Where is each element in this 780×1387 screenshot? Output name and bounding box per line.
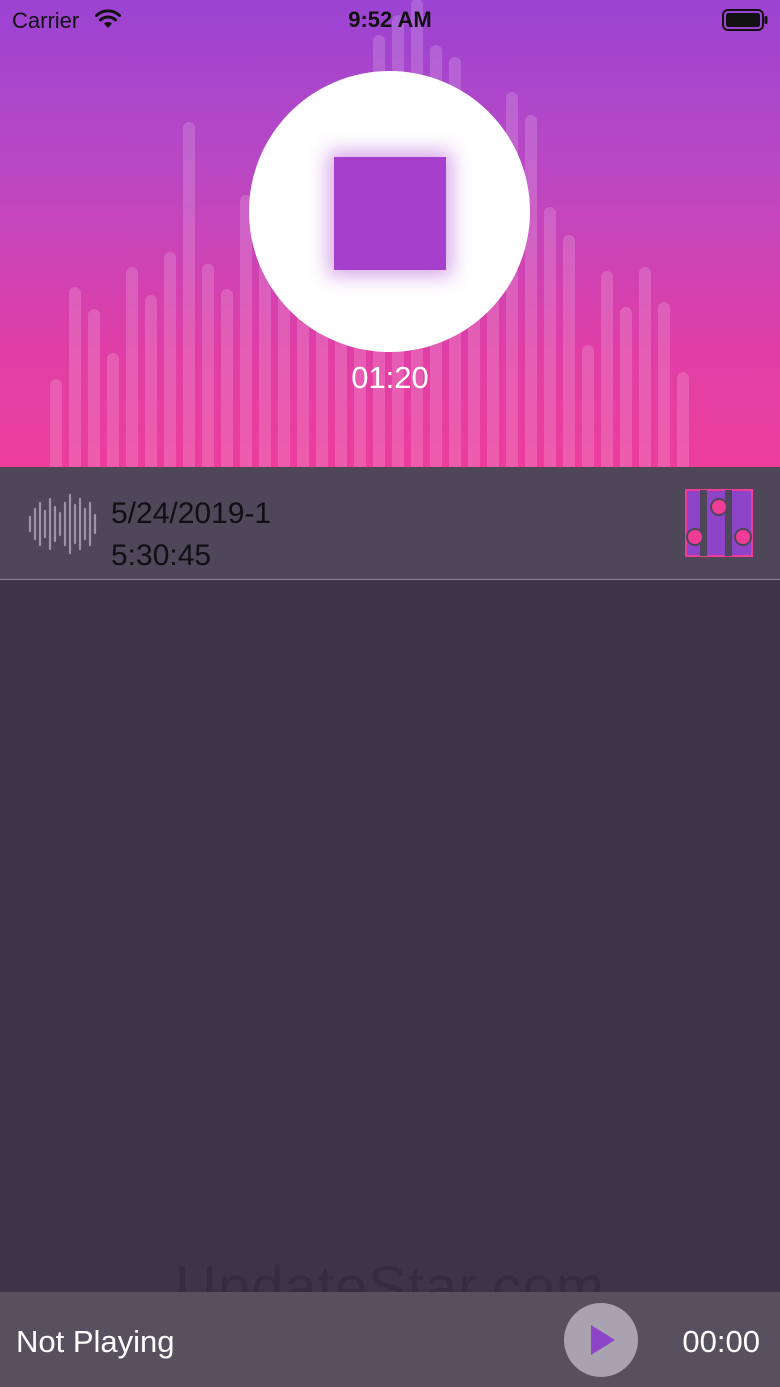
elapsed-time: 01:20 (351, 360, 429, 395)
player-time: 00:00 (682, 1324, 760, 1359)
visualizer-bar (544, 207, 556, 467)
status-clock: 9:52 AM (348, 7, 432, 32)
recording-date: 5/24/2019-1 (111, 497, 272, 530)
waveform-icon (28, 493, 97, 555)
play-button[interactable] (564, 1303, 638, 1377)
status-bar: Carrier 9:52 AM (0, 0, 780, 40)
stop-recording-button[interactable] (249, 71, 530, 352)
visualizer-bar (563, 235, 575, 467)
player-status: Not Playing (16, 1324, 175, 1359)
recorder-header: Carrier 9:52 AM 01:20 (0, 0, 780, 467)
visualizer-bar (183, 122, 195, 467)
play-icon (591, 1325, 615, 1355)
battery-icon (722, 9, 768, 31)
equalizer-icon[interactable] (685, 489, 753, 557)
player-bar: Not Playing 00:00 (0, 1292, 780, 1387)
recording-list-item[interactable]: 5/24/2019-1 5:30:45 (0, 467, 780, 580)
visualizer-bar (525, 115, 537, 467)
recording-time: 5:30:45 (111, 539, 212, 572)
stop-icon (334, 157, 446, 270)
